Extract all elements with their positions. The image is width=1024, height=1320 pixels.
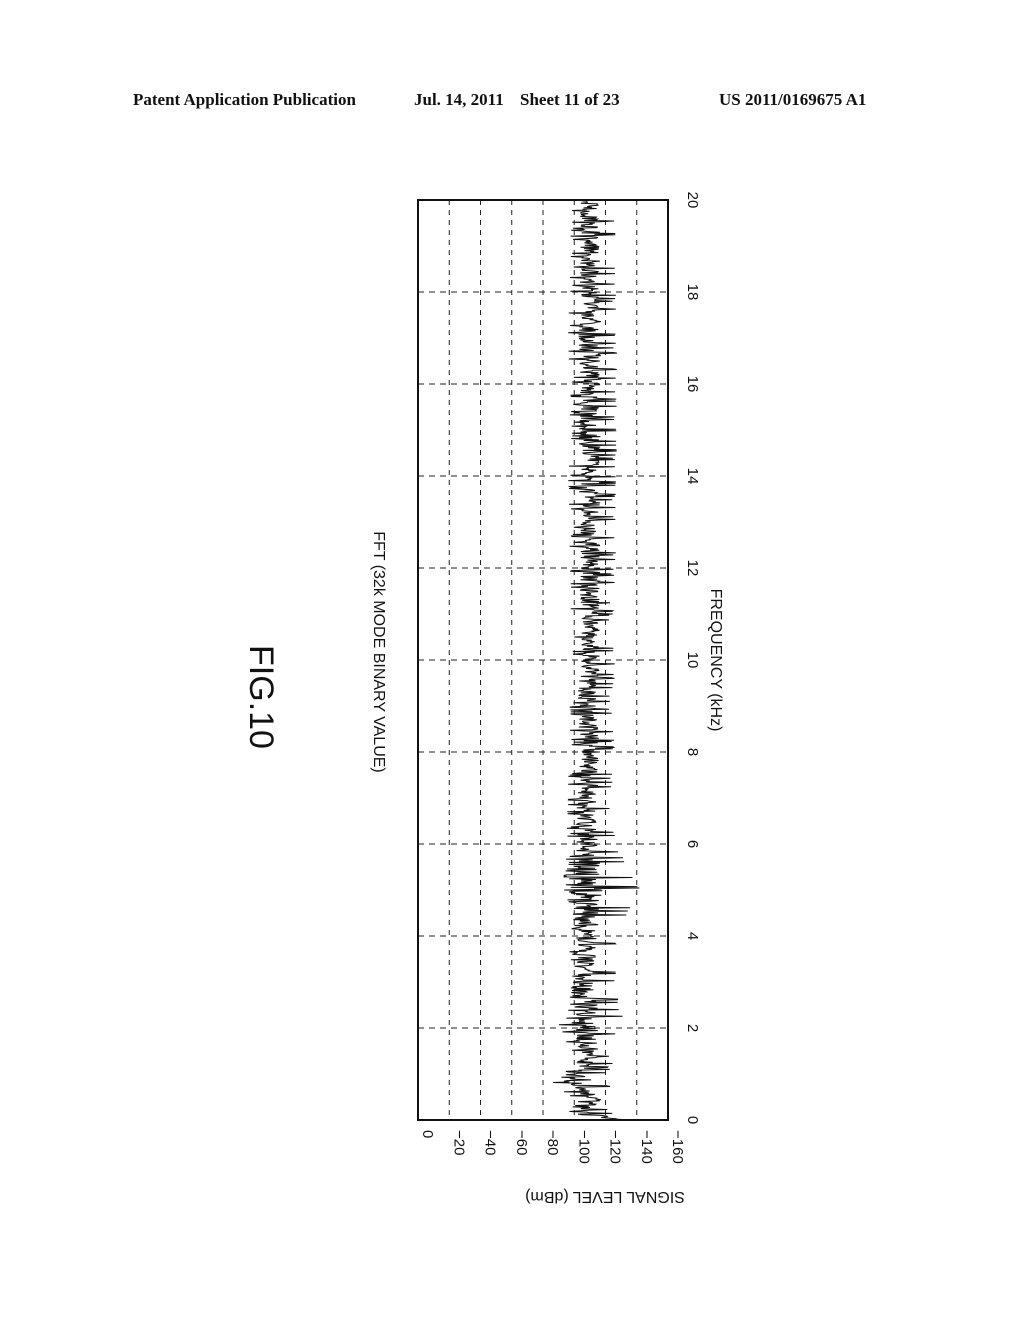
y-tick-label: −100 — [575, 1130, 592, 1164]
y-tick-label: −120 — [607, 1130, 624, 1164]
x-tick-label: 6 — [684, 840, 701, 848]
x-tick-label: 20 — [684, 192, 701, 209]
y-tick-label: −20 — [450, 1130, 467, 1155]
figure-label: FIG.10 — [242, 645, 280, 749]
x-axis-label: FREQUENCY (kHz) — [707, 589, 724, 732]
x-tick-label: 2 — [684, 1024, 701, 1032]
x-tick-label: 0 — [684, 1116, 701, 1124]
chart-title: FFT (32k MODE BINARY VALUE) — [370, 531, 387, 773]
x-tick-label: 4 — [684, 932, 701, 940]
y-tick-label: −60 — [513, 1130, 530, 1155]
y-tick-label: −140 — [638, 1130, 655, 1164]
y-tick-label: −80 — [544, 1130, 561, 1155]
x-tick-label: 18 — [684, 284, 701, 301]
x-tick-label: 16 — [684, 376, 701, 393]
y-tick-label: −40 — [482, 1130, 499, 1155]
x-tick-label: 12 — [684, 560, 701, 577]
y-tick-label: −160 — [669, 1130, 686, 1164]
grid — [418, 200, 668, 1120]
level-tick-labels: 0 −20 −40 −60 −80 −100 −120 −140 −160 — [419, 1130, 686, 1164]
frequency-tick-labels: 0 2 4 6 8 10 12 14 16 18 20 — [684, 192, 701, 1125]
x-tick-label: 10 — [684, 652, 701, 669]
y-axis-label: SIGNAL LEVEL (dBm) — [525, 1188, 685, 1205]
y-tick-label: 0 — [419, 1130, 436, 1138]
fft-chart: 02468101214161820 0 −20 −40 −60 −80 −100 −120−… — [242, 192, 724, 1205]
x-tick-label: 8 — [684, 748, 701, 756]
x-tick-label: 14 — [684, 468, 701, 485]
